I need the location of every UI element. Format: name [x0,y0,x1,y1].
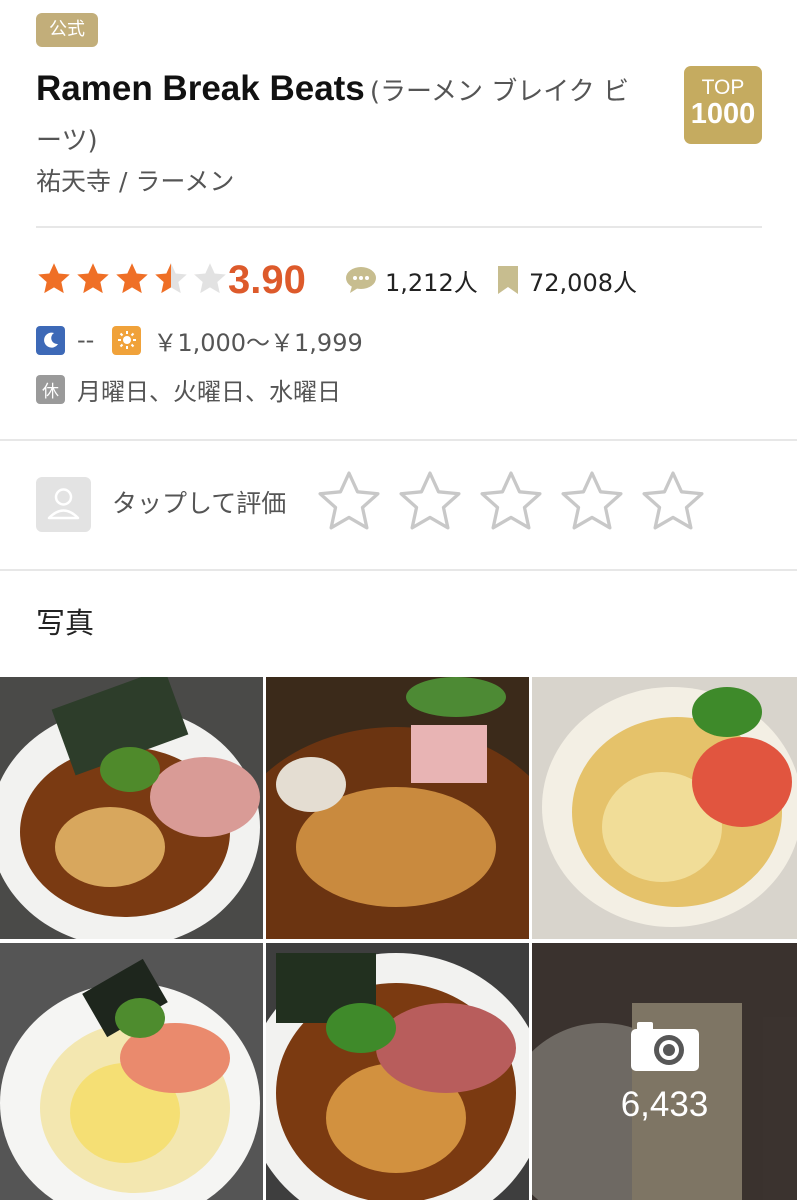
greens [100,747,160,792]
official-badge: 公式 [36,13,98,47]
rate-star-5-icon[interactable] [640,469,706,535]
closed-day-icon: 休 [36,374,65,404]
tap-to-rate-label: タップして評価 [112,489,287,518]
chashu [376,1003,516,1093]
chashu [692,737,792,827]
lunch-budget: ￥1,000～￥1,999 [153,328,363,357]
top1000-award-badge: TOP 1000 [684,66,762,144]
greens [406,677,506,717]
photo-tile-more[interactable]: 6,433 [532,943,797,1200]
photo-count-overlay: 6,433 [532,943,797,1200]
photo-tile[interactable] [266,943,529,1200]
area-genre-link[interactable]: 祐天寺 / ラーメン [36,164,234,200]
rate-star-2-icon[interactable] [397,469,463,535]
photo-count: 6,433 [620,1084,709,1124]
greens [692,687,762,737]
rate-star-4-icon[interactable] [559,469,625,535]
closed-days: 月曜日、火曜日、水曜日 [77,377,341,406]
bookmark-count[interactable]: 72,008人 [497,262,637,298]
rating-star-icon [77,263,109,294]
greens [115,998,165,1038]
greens [326,1003,396,1053]
bookmark-count-value: 72,008人 [529,268,637,297]
rating-star-icon [38,263,70,294]
photo-tile[interactable] [266,677,529,939]
user-icon [47,488,80,520]
photos-section-title: 写真 [36,606,95,640]
sun-icon [112,325,142,355]
restaurant-title: Ramen Break Beats (ラーメン ブレイク ビーツ) [36,66,654,167]
camera-icon [630,1021,699,1071]
budget-row: -- ￥1,000～￥1,999 [36,324,363,357]
photo-tile[interactable] [0,677,263,939]
review-count[interactable]: 1,212人 [345,262,478,298]
chashu [150,757,260,837]
bookmark-icon [498,266,518,294]
rating-star-icon [194,263,226,294]
rate-star-1-icon[interactable] [316,469,382,535]
photo-tile[interactable] [532,677,797,939]
rating-stars [36,261,228,301]
review-count-value: 1,212人 [385,268,478,297]
user-rating-stars[interactable] [316,469,706,535]
rating-star-icon [116,263,148,294]
divider [0,569,797,571]
photo-grid: 6,433 [0,677,797,1200]
rate-star-3-icon[interactable] [478,469,544,535]
restaurant-name: Ramen Break Beats [36,69,365,108]
moon-icon [36,325,65,355]
photo-tile[interactable] [0,943,263,1200]
wonton [276,757,346,812]
chashu [411,725,487,783]
award-label-top: TOP [701,76,745,99]
noodles [55,807,165,887]
comment-bubble-icon [346,267,376,293]
user-avatar-placeholder [36,477,91,532]
divider [36,226,762,228]
dinner-budget: -- [77,326,95,354]
holiday-row: 休 月曜日、火曜日、水曜日 [36,372,341,406]
award-label-number: 1000 [690,98,756,130]
rating-score: 3.90 [228,258,306,302]
divider [0,439,797,441]
rating-star-icon [155,263,187,294]
